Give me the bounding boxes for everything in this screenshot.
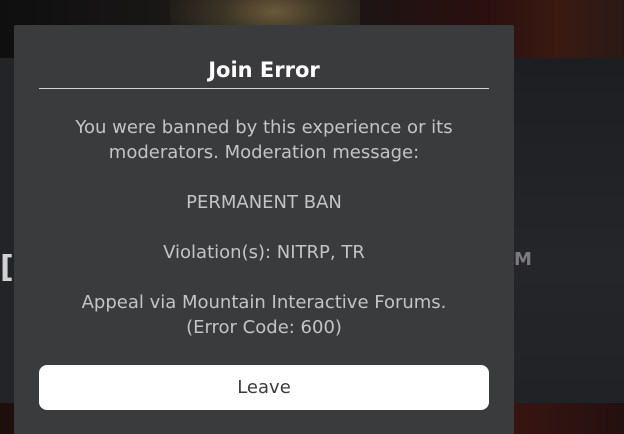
background-text-left: [: [0, 250, 14, 285]
background-region-right: [514, 58, 624, 403]
ban-message-line-2: moderators. Moderation message:: [108, 142, 420, 163]
title-divider: [39, 88, 489, 89]
appeal-text: Appeal via Mountain Interactive Forums.: [81, 292, 447, 313]
leave-button[interactable]: Leave: [39, 365, 489, 410]
game-background: [ M Join Error You were banned by this e…: [0, 0, 624, 434]
ban-message: You were banned by this experience or it…: [14, 115, 514, 165]
join-error-dialog: Join Error You were banned by this exper…: [14, 25, 514, 434]
dialog-title: Join Error: [208, 58, 320, 82]
ban-type: PERMANENT BAN: [186, 192, 342, 213]
appeal-message: Appeal via Mountain Interactive Forums. …: [14, 290, 514, 340]
error-code: (Error Code: 600): [186, 317, 342, 338]
background-text-right: M: [514, 249, 532, 270]
ban-message-line-1: You were banned by this experience or it…: [75, 117, 453, 138]
violations-text: Violation(s): NITRP, TR: [163, 242, 365, 263]
